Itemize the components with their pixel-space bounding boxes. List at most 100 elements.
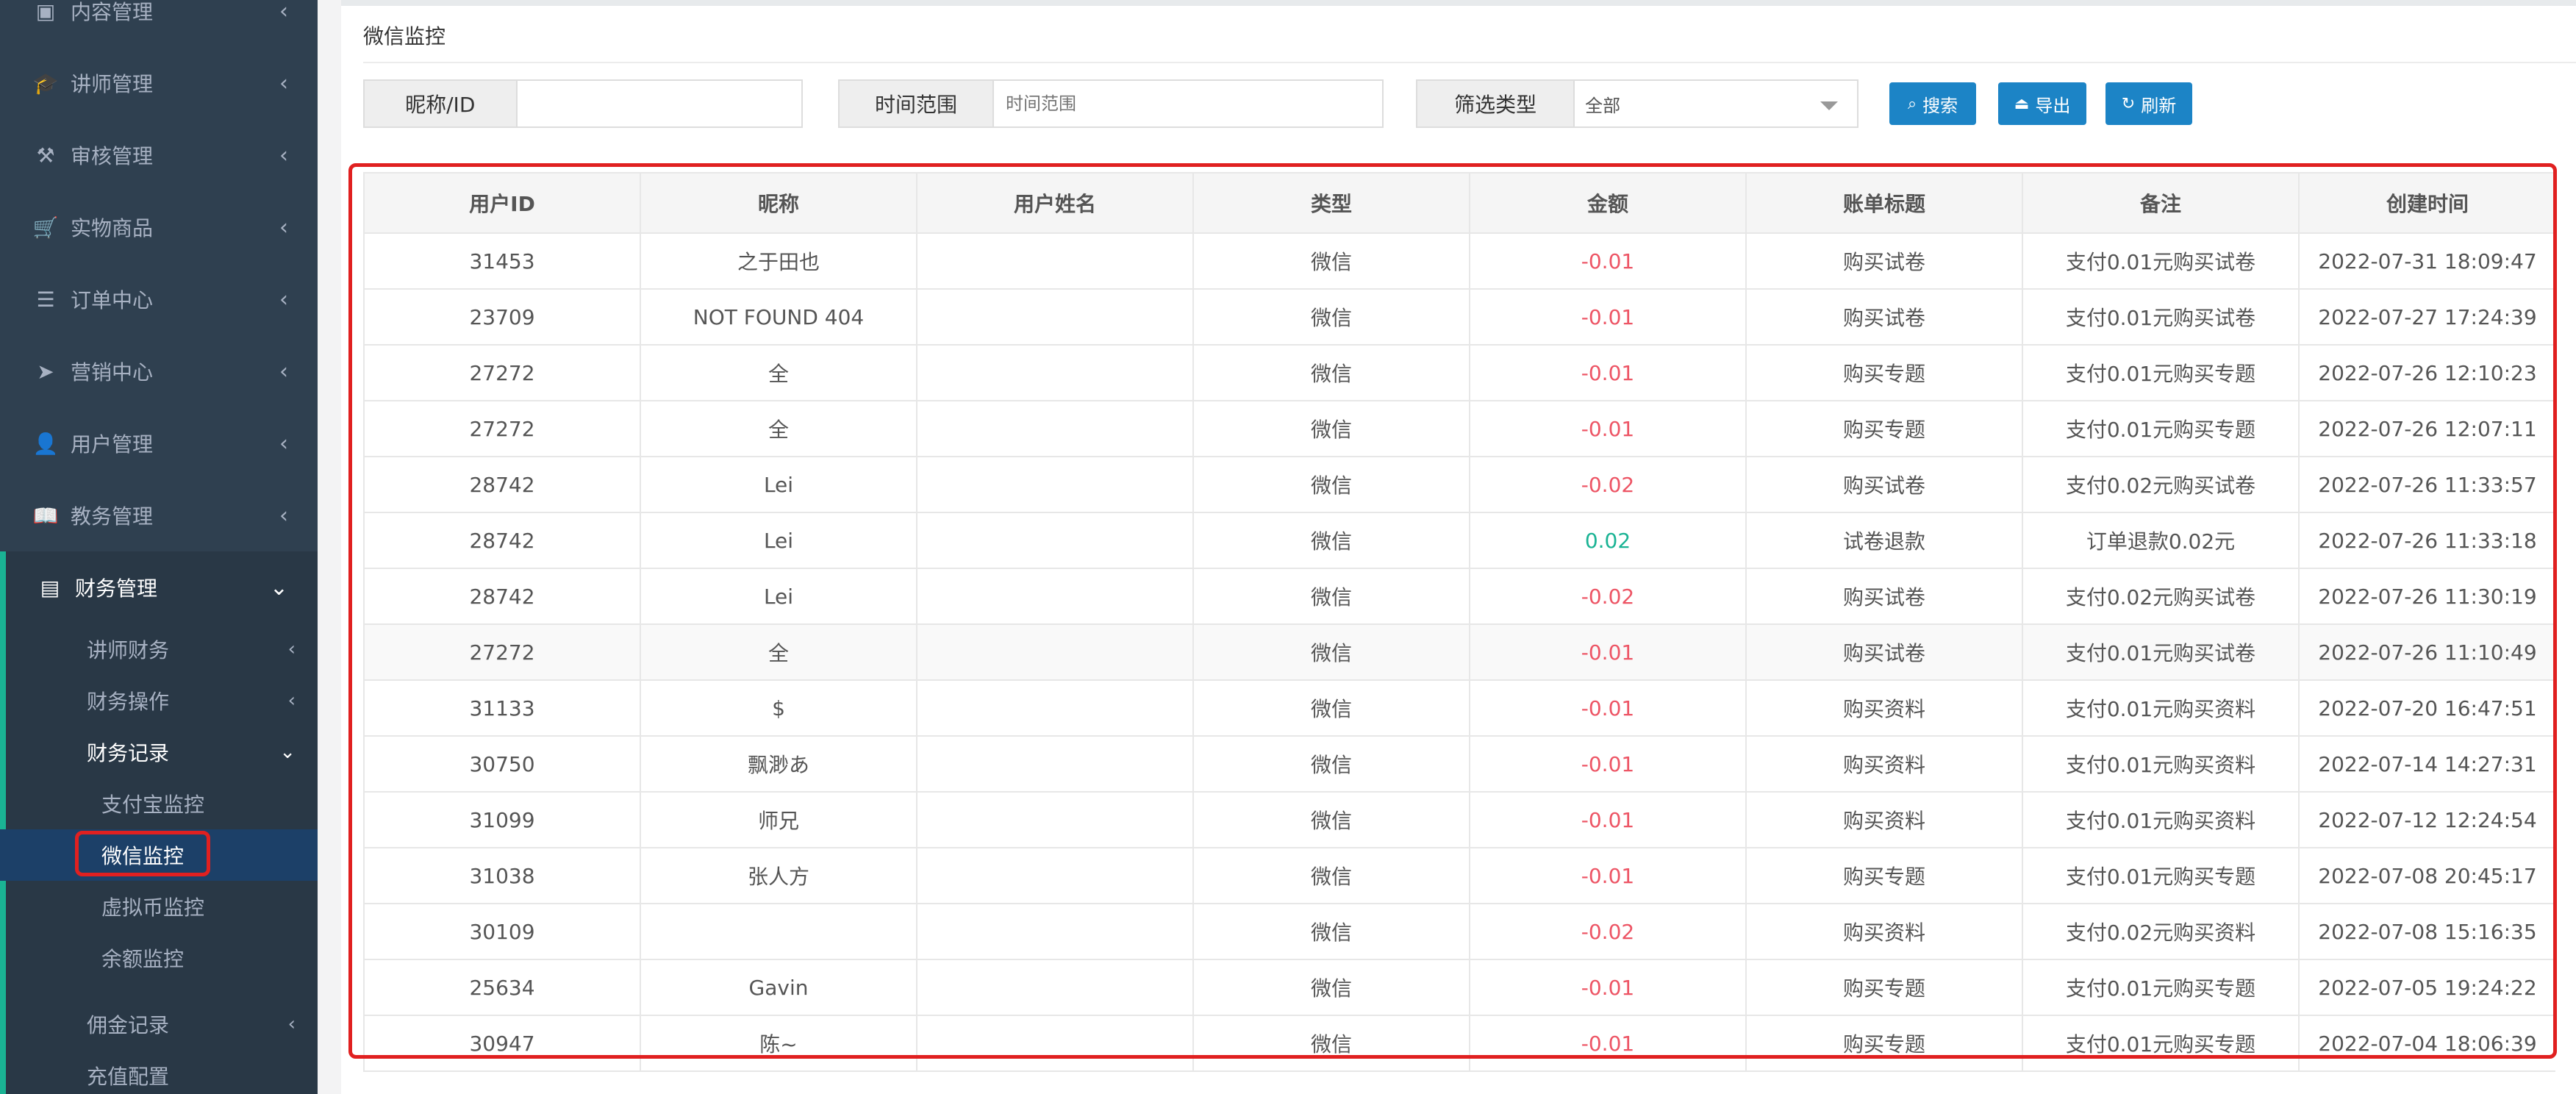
sidebar-subitem-wechat-monitor[interactable]: 微信监控 bbox=[0, 829, 318, 881]
sidebar-subitem-finance-ops[interactable]: 财务操作 ‹ bbox=[0, 675, 318, 726]
table-row[interactable]: 30750 飘渺あ 微信 -0.01 购买资料 支付0.01元购买资料 2022-07-14… bbox=[363, 735, 2555, 793]
cell-nickname: 全 bbox=[640, 400, 917, 457]
cell-amount: -0.02 bbox=[1469, 456, 1747, 513]
sidebar-item-label: 审核管理 bbox=[71, 144, 154, 168]
table-row[interactable]: 28742 Lei 微信 -0.02 购买试卷 支付0.02元购买试卷 2022-07-26… bbox=[363, 456, 2555, 513]
cell-remark: 支付0.01元购买专题 bbox=[2022, 959, 2300, 1016]
nickname-input[interactable] bbox=[517, 81, 801, 126]
cell-nickname: Gavin bbox=[640, 959, 917, 1016]
cell-remark: 支付0.01元购买试卷 bbox=[2022, 288, 2300, 346]
sidebar-subitem-commission-records[interactable]: 佣金记录 ‹ bbox=[0, 998, 318, 1050]
table-row[interactable]: 31133 $ 微信 -0.01 购买资料 支付0.01元购买资料 2022-07-20 1… bbox=[363, 679, 2555, 737]
sidebar-item-review[interactable]: ⚒ 审核管理 ‹ bbox=[0, 119, 318, 191]
export-button[interactable]: ⏏ 导出 bbox=[1998, 82, 2086, 125]
cell-created-time: 2022-07-26 11:33:57 bbox=[2298, 456, 2555, 513]
cell-username bbox=[916, 847, 1194, 904]
sidebar-subitem-balance-monitor[interactable]: 余额监控 bbox=[0, 932, 318, 984]
cell-user-id: 25634 bbox=[363, 959, 641, 1016]
sidebar-item-label: 营销中心 bbox=[71, 360, 154, 385]
column-header-nickname[interactable]: 昵称 bbox=[640, 172, 917, 234]
chevron-left-icon: ‹ bbox=[279, 70, 288, 96]
table-row[interactable]: 28742 Lei 微信 0.02 试卷退款 订单退款0.02元 2022-07-26 11… bbox=[363, 512, 2555, 569]
table-row[interactable]: 27272 全 微信 -0.01 购买专题 支付0.01元购买专题 2022-07-26 1… bbox=[363, 400, 2555, 457]
sidebar-subitem-label: 财务记录 bbox=[87, 741, 170, 765]
cell-user-id: 30750 bbox=[363, 735, 641, 793]
table-header-row: 用户ID 昵称 用户姓名 类型 金额 账单标题 备注 创建时间 bbox=[363, 172, 2555, 234]
cell-user-id: 23709 bbox=[363, 288, 641, 346]
table-row[interactable]: 31038 张人方 微信 -0.01 购买专题 支付0.01元购买专题 2022-07-08… bbox=[363, 847, 2555, 904]
sidebar-item-label: 讲师管理 bbox=[71, 72, 154, 96]
cell-amount: 0.02 bbox=[1469, 512, 1747, 569]
sidebar-item-marketing[interactable]: ➤ 营销中心 ‹ bbox=[0, 335, 318, 407]
cell-amount: -0.01 bbox=[1469, 623, 1747, 681]
cell-amount: -0.01 bbox=[1469, 679, 1747, 737]
table-row[interactable]: 30947 陈~ 微信 -0.01 购买专题 支付0.01元购买专题 2022-07-04 … bbox=[363, 1015, 2555, 1072]
cell-nickname: 全 bbox=[640, 344, 917, 401]
cell-bill-title: 购买试卷 bbox=[1745, 623, 2023, 681]
column-header-username[interactable]: 用户姓名 bbox=[916, 172, 1194, 234]
cell-nickname: 之于田也 bbox=[640, 232, 917, 290]
table-row[interactable]: 28742 Lei 微信 -0.02 购买试卷 支付0.02元购买试卷 2022-07-26… bbox=[363, 568, 2555, 625]
sidebar-item-users[interactable]: 👤 用户管理 ‹ bbox=[0, 407, 318, 479]
cell-username bbox=[916, 791, 1194, 848]
type-select-value: 全部 bbox=[1585, 95, 1621, 116]
cell-amount: -0.01 bbox=[1469, 791, 1747, 848]
table-row[interactable]: 31099 师兄 微信 -0.01 购买资料 支付0.01元购买资料 2022-07-12 … bbox=[363, 791, 2555, 848]
column-header-type[interactable]: 类型 bbox=[1192, 172, 1470, 234]
sidebar-item-lecturer[interactable]: 🎓 讲师管理 ‹ bbox=[0, 47, 318, 119]
table-row[interactable]: 30109 微信 -0.02 购买资料 支付0.02元购买资料 2022-07-08 15… bbox=[363, 903, 2555, 960]
refresh-button[interactable]: ↻ 刷新 bbox=[2105, 82, 2192, 125]
sidebar-subitem-virtual-coin-monitor[interactable]: 虚拟币监控 bbox=[0, 881, 318, 932]
sidebar-subitem-label: 支付宝监控 bbox=[101, 793, 205, 817]
cell-created-time: 2022-07-05 19:24:22 bbox=[2298, 959, 2555, 1016]
cell-user-id: 27272 bbox=[363, 400, 641, 457]
column-header-bill-title[interactable]: 账单标题 bbox=[1745, 172, 2023, 234]
cell-user-id: 28742 bbox=[363, 456, 641, 513]
table-row[interactable]: 25634 Gavin 微信 -0.01 购买专题 支付0.01元购买专题 2022-07-… bbox=[363, 959, 2555, 1016]
cell-remark: 支付0.01元购买资料 bbox=[2022, 679, 2300, 737]
cell-type: 微信 bbox=[1192, 456, 1470, 513]
cart-icon: 🛒 bbox=[32, 215, 59, 240]
sidebar-item-academic[interactable]: 📖 教务管理 ‹ bbox=[0, 479, 318, 551]
sidebar-item-label: 订单中心 bbox=[71, 288, 154, 312]
cell-nickname: 全 bbox=[640, 623, 917, 681]
cell-amount: -0.01 bbox=[1469, 232, 1747, 290]
cell-type: 微信 bbox=[1192, 1015, 1470, 1072]
sidebar-subitem-recharge-config[interactable]: 充值配置 bbox=[0, 1050, 318, 1094]
title-divider bbox=[363, 62, 2576, 63]
table-row[interactable]: 31453 之于田也 微信 -0.01 购买试卷 支付0.01元购买试卷 2022-07-3… bbox=[363, 232, 2555, 290]
cell-remark: 支付0.01元购买专题 bbox=[2022, 344, 2300, 401]
cell-nickname: Lei bbox=[640, 568, 917, 625]
sidebar-subitem-label: 讲师财务 bbox=[87, 638, 170, 662]
cell-username bbox=[916, 344, 1194, 401]
column-header-remark[interactable]: 备注 bbox=[2022, 172, 2300, 234]
money-icon: ▤ bbox=[40, 575, 60, 600]
table-row[interactable]: 27272 全 微信 -0.01 购买试卷 支付0.01元购买试卷 2022-07-26 1… bbox=[363, 623, 2555, 681]
cell-type: 微信 bbox=[1192, 232, 1470, 290]
chevron-left-icon: ‹ bbox=[287, 690, 296, 712]
table-row[interactable]: 27272 全 微信 -0.01 购买专题 支付0.01元购买专题 2022-07-26 1… bbox=[363, 344, 2555, 401]
cell-user-id: 31038 bbox=[363, 847, 641, 904]
chevron-left-icon: ‹ bbox=[287, 638, 296, 660]
search-button[interactable]: ⌕ 搜索 bbox=[1889, 82, 1976, 125]
column-header-created-time[interactable]: 创建时间 bbox=[2298, 172, 2555, 234]
column-header-amount[interactable]: 金额 bbox=[1469, 172, 1747, 234]
sidebar-subitem-finance-records[interactable]: 财务记录 ⌄ bbox=[0, 726, 318, 778]
sidebar-subitem-alipay-monitor[interactable]: 支付宝监控 bbox=[0, 778, 318, 829]
column-header-user-id[interactable]: 用户ID bbox=[363, 172, 641, 234]
time-range-input[interactable] bbox=[993, 81, 1382, 126]
cell-username bbox=[916, 959, 1194, 1016]
cell-amount: -0.01 bbox=[1469, 400, 1747, 457]
sidebar-subitem-lecturer-finance[interactable]: 讲师财务 ‹ bbox=[0, 623, 318, 675]
cell-bill-title: 购买专题 bbox=[1745, 1015, 2023, 1072]
sidebar-item-content[interactable]: ▣ 内容管理 ‹ bbox=[0, 0, 318, 47]
table-row[interactable]: 23709 NOT FOUND 404 微信 -0.01 购买试卷 支付0.01元购买试卷… bbox=[363, 288, 2555, 346]
cell-bill-title: 购买资料 bbox=[1745, 735, 2023, 793]
sidebar-item-finance[interactable]: ▤ 财务管理 ⌄ bbox=[0, 551, 318, 623]
sidebar-item-orders[interactable]: ☰ 订单中心 ‹ bbox=[0, 263, 318, 335]
cell-created-time: 2022-07-04 18:06:39 bbox=[2298, 1015, 2555, 1072]
sidebar-item-goods[interactable]: 🛒 实物商品 ‹ bbox=[0, 191, 318, 263]
type-select[interactable]: 全部 bbox=[1575, 81, 1857, 126]
nickname-filter: 昵称/ID bbox=[363, 79, 803, 128]
cell-username bbox=[916, 568, 1194, 625]
